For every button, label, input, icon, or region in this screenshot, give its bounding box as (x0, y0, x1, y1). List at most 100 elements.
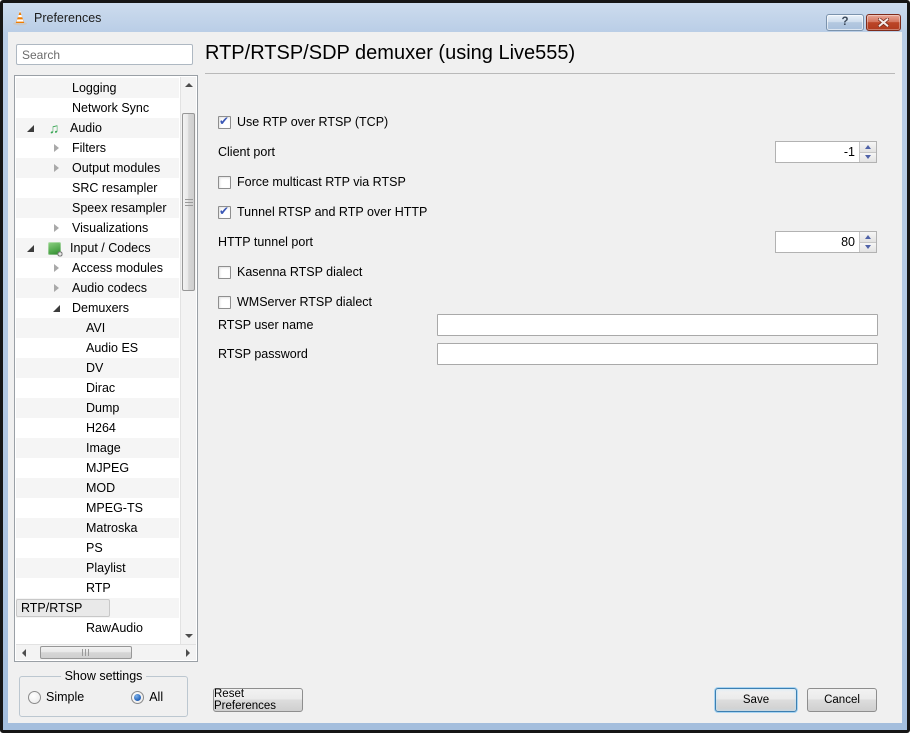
tree-item-ps[interactable]: PS (16, 538, 179, 558)
checkbox-wmserver-rtsp-dialect[interactable] (218, 296, 231, 309)
tree-item-label: AVI (86, 321, 105, 335)
tree-item-visualizations[interactable]: Visualizations (16, 218, 179, 238)
help-button[interactable]: ? (826, 14, 864, 31)
scroll-left-icon (22, 649, 26, 657)
spinbox-input-http-tunnel-port[interactable] (776, 232, 859, 252)
expanded-icon[interactable] (26, 243, 36, 253)
collapsed-icon[interactable] (52, 223, 62, 233)
thumb-grip-icon (82, 649, 90, 656)
tree-item-mpeg-ts[interactable]: MPEG-TS (16, 498, 179, 518)
tree-item-h264[interactable]: H264 (16, 418, 179, 438)
field-label-rtsp-password: RTSP password (218, 344, 308, 364)
spinbox-input-client-port[interactable] (776, 142, 859, 162)
close-button[interactable] (866, 14, 901, 31)
spin-up-button[interactable] (860, 142, 876, 152)
field-label-http-tunnel-port: HTTP tunnel port (218, 232, 313, 252)
tree-item-label: DV (86, 361, 103, 375)
spinbox-http-tunnel-port (775, 231, 877, 253)
tree-vertical-scrollbar[interactable] (180, 77, 196, 644)
page-title: RTP/RTSP/SDP demuxer (using Live555) (205, 42, 575, 65)
spin-down-icon (865, 155, 871, 159)
tree-item-src-resampler[interactable]: SRC resampler (16, 178, 179, 198)
collapsed-icon[interactable] (52, 283, 62, 293)
tree-item-filters[interactable]: Filters (16, 138, 179, 158)
tree-item-network-sync[interactable]: Network Sync (16, 98, 179, 118)
scroll-left-button[interactable] (16, 645, 32, 661)
checkbox-use-rtp-over-rtsp-tcp-[interactable] (218, 116, 231, 129)
scroll-right-button[interactable] (180, 645, 196, 661)
spin-down-button[interactable] (860, 152, 876, 163)
checkbox-kasenna-rtsp-dialect[interactable] (218, 266, 231, 279)
textfield-rtsp-password[interactable] (437, 343, 878, 365)
tree-item-matroska[interactable]: Matroska (16, 518, 179, 538)
vlc-cone-icon (12, 10, 28, 26)
tree-item-image[interactable]: Image (16, 438, 179, 458)
tree-item-label: RTP/RTSP (16, 599, 110, 617)
tree-item-label: MJPEG (86, 461, 129, 475)
checkbox-row-use-rtp-over-rtsp-tcp-: Use RTP over RTSP (TCP) (218, 112, 388, 132)
checkbox-tunnel-rtsp-and-rtp-over-http[interactable] (218, 206, 231, 219)
tree-item-mjpeg[interactable]: MJPEG (16, 458, 179, 478)
tree-item-audio[interactable]: ♫Audio (16, 118, 179, 138)
collapsed-icon[interactable] (52, 263, 62, 273)
spinbox-client-port (775, 141, 877, 163)
spin-down-button[interactable] (860, 242, 876, 253)
tree-item-label: Filters (72, 141, 106, 155)
tree-item-playlist[interactable]: Playlist (16, 558, 179, 578)
tree-item-speex-resampler[interactable]: Speex resampler (16, 198, 179, 218)
checkbox-row-kasenna-rtsp-dialect: Kasenna RTSP dialect (218, 262, 362, 282)
tree-item-output-modules[interactable]: Output modules (16, 158, 179, 178)
collapsed-icon[interactable] (52, 143, 62, 153)
tree-item-label: SRC resampler (72, 181, 157, 195)
horizontal-scroll-thumb[interactable] (40, 646, 132, 659)
expanded-icon[interactable] (52, 303, 62, 313)
tree-item-dv[interactable]: DV (16, 358, 179, 378)
vertical-scroll-thumb[interactable] (182, 113, 195, 291)
scroll-down-button[interactable] (181, 628, 197, 644)
tree-item-input-codecs[interactable]: Input / Codecs (16, 238, 179, 258)
radio-all-icon[interactable] (131, 691, 144, 704)
heading-divider (205, 73, 895, 74)
tree-item-label: Visualizations (72, 221, 148, 235)
tree-item-rawaudio[interactable]: RawAudio (16, 618, 179, 632)
expanded-icon[interactable] (26, 123, 36, 133)
tree-item-rtp[interactable]: RTP (16, 578, 179, 598)
tree-item-audio-es[interactable]: Audio ES (16, 338, 179, 358)
preferences-tree: Logging Network Sync♫Audio Filters Output m… (14, 75, 198, 662)
spin-up-button[interactable] (860, 232, 876, 242)
tree-item-avi[interactable]: AVI (16, 318, 179, 338)
tree-item-access-modules[interactable]: Access modules (16, 258, 179, 278)
checkbox-label: Tunnel RTSP and RTP over HTTP (237, 205, 427, 219)
tree-item-label: RawAudio (86, 621, 143, 632)
scroll-right-icon (186, 649, 190, 657)
audio-icon: ♫ (46, 120, 62, 136)
field-label-client-port: Client port (218, 142, 275, 162)
tree-item-mod[interactable]: MOD (16, 478, 179, 498)
tree-item-dirac[interactable]: Dirac (16, 378, 179, 398)
radio-simple[interactable]: Simple (28, 690, 84, 704)
tree-item-demuxers[interactable]: Demuxers (16, 298, 179, 318)
tree-item-logging[interactable]: Logging (16, 78, 179, 98)
cancel-button[interactable]: Cancel (807, 688, 877, 712)
textfield-rtsp-user-name[interactable] (437, 314, 878, 336)
tree-item-label: Logging (72, 81, 117, 95)
scroll-up-icon (185, 83, 193, 87)
tree-item-label: Dirac (86, 381, 115, 395)
preferences-window: Preferences ? Logging Network Sync♫Audio F… (0, 0, 910, 733)
reset-preferences-button[interactable]: Reset Preferences (213, 688, 303, 712)
tree-item-label: Dump (86, 401, 119, 415)
collapsed-icon[interactable] (52, 163, 62, 173)
tree-horizontal-scrollbar[interactable] (16, 644, 196, 660)
tree-item-rtp-rtsp[interactable]: RTP/RTSP (16, 598, 179, 618)
search-input[interactable] (16, 44, 193, 65)
radio-simple-icon[interactable] (28, 691, 41, 704)
save-button[interactable]: Save (715, 688, 797, 712)
checkbox-force-multicast-rtp-via-rtsp[interactable] (218, 176, 231, 189)
radio-all[interactable]: All (131, 690, 163, 704)
tree-item-dump[interactable]: Dump (16, 398, 179, 418)
scroll-up-button[interactable] (181, 77, 197, 93)
field-label-rtsp-user-name: RTSP user name (218, 315, 313, 335)
tree-item-audio-codecs[interactable]: Audio codecs (16, 278, 179, 298)
titlebar[interactable]: Preferences ? (3, 3, 907, 32)
tree-item-label: Output modules (72, 161, 160, 175)
